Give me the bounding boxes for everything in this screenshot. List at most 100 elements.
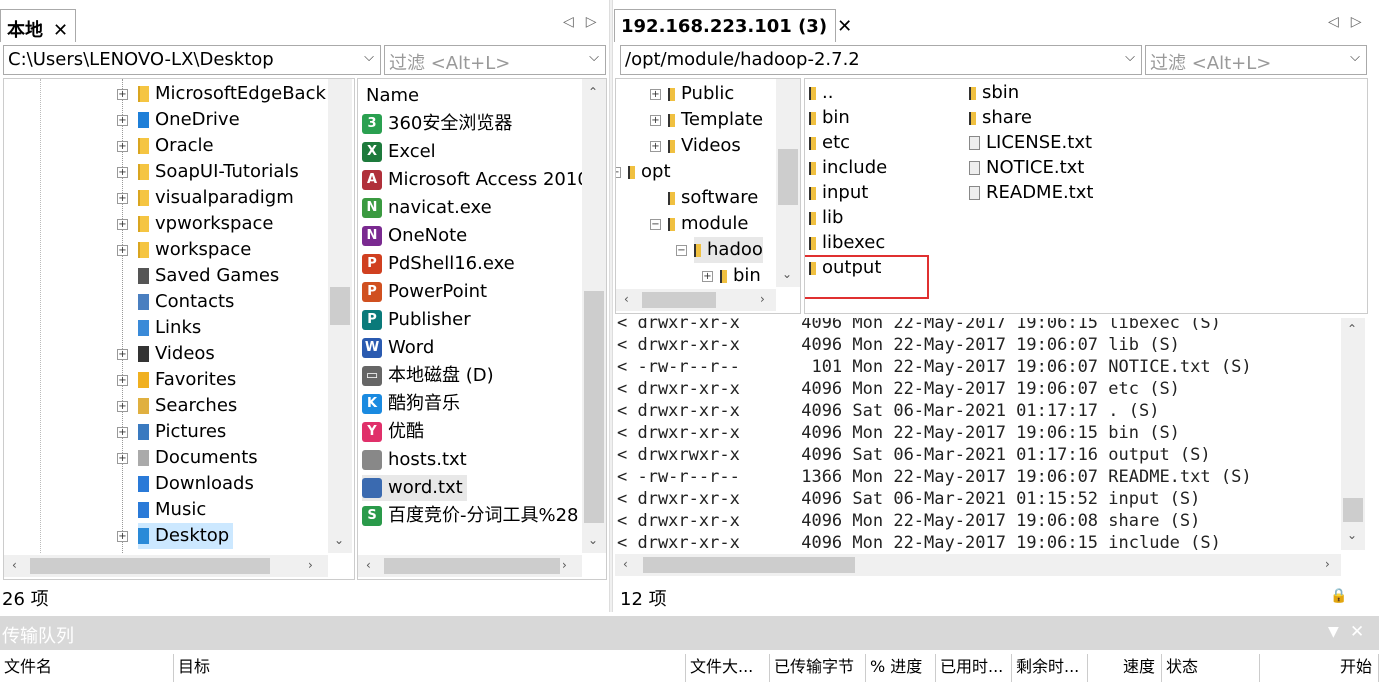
tree-item[interactable]: visualparadigm bbox=[138, 185, 294, 211]
chevron-down-icon[interactable]: ▼ bbox=[1328, 624, 1339, 640]
remote-tree-item[interactable]: Template bbox=[668, 107, 763, 133]
remote-file-item[interactable]: .. bbox=[809, 80, 833, 106]
chevron-down-icon[interactable]: ⌵ bbox=[364, 50, 374, 65]
queue-column-header[interactable]: 文件大... bbox=[686, 654, 770, 682]
local-path-combo[interactable]: C:\Users\LENOVO-LX\Desktop ⌵ bbox=[3, 45, 381, 75]
tree-item[interactable]: vpworkspace bbox=[138, 211, 273, 237]
file-item[interactable]: N OneNote bbox=[362, 223, 467, 249]
expand-toggle[interactable]: + bbox=[117, 89, 128, 100]
remote-tree-item[interactable]: module bbox=[668, 211, 748, 237]
expand-toggle[interactable]: + bbox=[117, 375, 128, 386]
remote-file-item[interactable]: input bbox=[809, 180, 868, 206]
arrow-right-icon[interactable]: › bbox=[760, 292, 765, 306]
remote-file-item[interactable]: bin bbox=[809, 105, 850, 131]
tree-item[interactable]: OneDrive bbox=[138, 107, 240, 133]
remote-tree-item[interactable]: hadoo bbox=[694, 237, 763, 263]
remote-tree-hscroll[interactable]: ‹ › bbox=[616, 289, 776, 311]
remote-file-item[interactable]: LICENSE.txt bbox=[969, 130, 1092, 156]
tree-item[interactable]: Pictures bbox=[138, 419, 226, 445]
scroll-thumb[interactable] bbox=[30, 558, 270, 574]
file-item[interactable]: Y 优酷 bbox=[362, 419, 424, 445]
file-item[interactable]: 3 360安全浏览器 bbox=[362, 111, 512, 137]
queue-column-header[interactable]: 状态 bbox=[1162, 654, 1260, 682]
right-tab-nav[interactable]: ◁▷ bbox=[1328, 14, 1374, 30]
tree-item[interactable]: Favorites bbox=[138, 367, 236, 393]
expand-toggle[interactable]: + bbox=[650, 141, 661, 152]
tree-vertical-scrollbar[interactable]: ⌄ bbox=[328, 79, 352, 553]
tree-item[interactable]: Oracle bbox=[138, 133, 214, 159]
expand-toggle[interactable]: + bbox=[117, 115, 128, 126]
expand-toggle[interactable]: + bbox=[650, 115, 661, 126]
local-filter-input[interactable]: 过滤 <Alt+L> ⌵ bbox=[384, 45, 606, 75]
close-icon[interactable]: ✕ bbox=[837, 16, 852, 37]
file-item[interactable]: Nnavicat.exe bbox=[362, 195, 492, 221]
local-file-list[interactable]: Name 3 360安全浏览器 X Excel A Microsoft Access 20… bbox=[357, 78, 607, 580]
expand-toggle[interactable]: + bbox=[117, 349, 128, 360]
remote-file-list[interactable]: .. bin etc include input lib libexec output sbin… bbox=[804, 78, 1368, 314]
remote-tree-vscroll[interactable]: ⌄ bbox=[776, 79, 800, 287]
chevron-down-icon[interactable]: ⌵ bbox=[589, 50, 599, 65]
arrow-left-icon[interactable]: ‹ bbox=[624, 292, 629, 306]
collapse-toggle[interactable]: − bbox=[676, 245, 687, 256]
expand-toggle[interactable]: + bbox=[702, 271, 713, 282]
queue-column-header[interactable]: % 进度 bbox=[866, 654, 936, 682]
chevron-down-icon[interactable]: ⌄ bbox=[588, 533, 598, 547]
queue-column-header[interactable]: 文件名 bbox=[0, 654, 174, 682]
remote-folder-tree[interactable]: + Public + Template + Videos − opt software − modu… bbox=[615, 78, 801, 314]
remote-tree-item[interactable]: Videos bbox=[668, 133, 741, 159]
scroll-thumb[interactable] bbox=[330, 287, 350, 325]
files-vertical-scrollbar[interactable]: ⌃ ⌄ bbox=[582, 79, 606, 553]
remote-tree-item[interactable]: opt bbox=[628, 159, 671, 185]
expand-toggle[interactable]: + bbox=[117, 245, 128, 256]
tree-item[interactable]: Downloads bbox=[138, 471, 254, 497]
expand-toggle[interactable]: + bbox=[117, 453, 128, 464]
arrow-left-icon[interactable]: ‹ bbox=[366, 558, 371, 572]
tree-item[interactable]: Documents bbox=[138, 445, 258, 471]
chevron-down-icon[interactable]: ⌄ bbox=[334, 533, 344, 547]
file-item[interactable]: W Word bbox=[362, 335, 434, 361]
pane-divider[interactable] bbox=[609, 0, 613, 612]
tree-item[interactable]: Music bbox=[138, 497, 206, 523]
tab-remote[interactable]: 192.168.223.101 (3) ✕ bbox=[614, 9, 852, 42]
file-item[interactable]: K 酷狗音乐 bbox=[362, 391, 460, 417]
file-item[interactable]: ▭ 本地磁盘 (D) bbox=[362, 363, 494, 389]
arrow-right-icon[interactable]: › bbox=[308, 558, 313, 572]
remote-file-item[interactable]: sbin bbox=[969, 80, 1019, 106]
files-horizontal-scrollbar[interactable]: ‹ › bbox=[358, 555, 582, 577]
close-icon[interactable]: ✕ bbox=[53, 20, 68, 41]
arrow-up-icon[interactable]: ⌃ bbox=[588, 85, 598, 99]
arrow-up-icon[interactable]: ⌃ bbox=[1347, 322, 1357, 336]
expand-toggle[interactable]: + bbox=[117, 427, 128, 438]
arrow-left-icon[interactable]: ‹ bbox=[623, 557, 628, 571]
tree-item[interactable]: Videos bbox=[138, 341, 215, 367]
tree-item[interactable]: SoapUI-Tutorials bbox=[138, 159, 299, 185]
remote-file-item[interactable]: NOTICE.txt bbox=[969, 155, 1084, 181]
queue-column-header[interactable]: 已传输字节 bbox=[770, 654, 866, 682]
remote-file-item[interactable]: etc bbox=[809, 130, 850, 156]
file-item[interactable]: P PowerPoint bbox=[362, 279, 487, 305]
tree-item[interactable]: MicrosoftEdgeBack bbox=[138, 81, 326, 107]
scroll-thumb[interactable] bbox=[1343, 498, 1363, 522]
scroll-thumb[interactable] bbox=[642, 292, 716, 308]
file-item[interactable]: X Excel bbox=[362, 139, 436, 165]
expand-toggle[interactable]: + bbox=[117, 141, 128, 152]
arrow-left-icon[interactable]: ◁ bbox=[1328, 14, 1351, 30]
file-item[interactable]: P Publisher bbox=[362, 307, 471, 333]
left-tab-nav[interactable]: ◁▷ bbox=[563, 14, 609, 30]
log-horizontal-scrollbar[interactable]: ‹ › bbox=[615, 554, 1341, 576]
remote-file-item[interactable]: lib bbox=[809, 205, 843, 231]
tree-item[interactable]: Saved Games bbox=[138, 263, 279, 289]
expand-toggle[interactable]: + bbox=[117, 401, 128, 412]
arrow-right-icon[interactable]: ▷ bbox=[1351, 14, 1374, 30]
tree-item[interactable]: Searches bbox=[138, 393, 237, 419]
queue-column-header[interactable]: 已用时... bbox=[936, 654, 1012, 682]
remote-tree-item[interactable]: bin bbox=[720, 263, 761, 289]
arrow-right-icon[interactable]: ▷ bbox=[586, 14, 609, 30]
chevron-down-icon[interactable]: ⌵ bbox=[1350, 50, 1360, 65]
remote-filter-input[interactable]: 过滤 <Alt+L> ⌵ bbox=[1145, 45, 1367, 75]
arrow-left-icon[interactable]: ◁ bbox=[563, 14, 586, 30]
file-item[interactable]: P PdShell16.exe bbox=[362, 251, 515, 277]
arrow-right-icon[interactable]: › bbox=[1325, 557, 1330, 571]
remote-file-item[interactable]: README.txt bbox=[969, 180, 1093, 206]
expand-toggle[interactable]: + bbox=[117, 193, 128, 204]
